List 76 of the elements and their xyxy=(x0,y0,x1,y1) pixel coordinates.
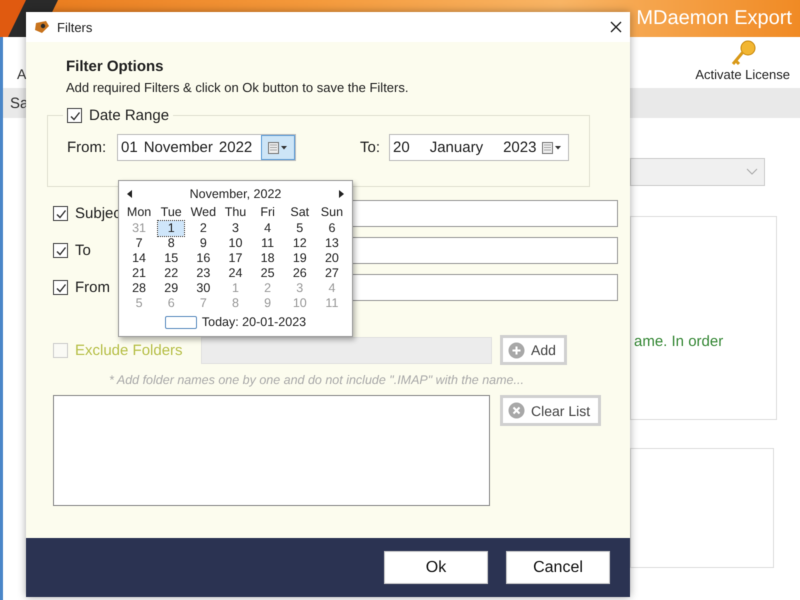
dropdown-field[interactable] xyxy=(630,158,765,186)
calendar-dropdown-button[interactable] xyxy=(261,135,295,160)
clear-icon xyxy=(508,402,525,419)
calendar-day[interactable]: 20 xyxy=(318,251,345,266)
date-field[interactable]: 01 November 2022 xyxy=(117,134,296,161)
calendar-day[interactable]: 23 xyxy=(190,266,216,281)
field-label: From: xyxy=(67,139,108,156)
checkbox-label: To xyxy=(75,242,91,259)
calendar-month: November, 2022 xyxy=(190,187,282,201)
hint-text: * Add folder names one by one and do not include ".IMAP" with the name... xyxy=(109,373,525,387)
calendar-day[interactable]: 10 xyxy=(222,236,249,251)
today-marker-icon xyxy=(164,316,197,328)
weekday-label: Thu xyxy=(224,204,248,221)
date-field[interactable]: 20 January 2023 xyxy=(389,134,570,161)
calendar-day[interactable]: 11 xyxy=(254,236,281,251)
checkbox[interactable] xyxy=(67,108,82,123)
dialog-button[interactable]: Cancel xyxy=(506,551,610,584)
checkbox[interactable] xyxy=(53,243,68,258)
checkbox-label: Exclude Folders xyxy=(75,342,184,358)
folder-list[interactable] xyxy=(53,395,490,506)
weekday-label: Mon xyxy=(126,204,152,221)
calendar-day[interactable]: 13 xyxy=(318,236,345,251)
activate-license-button[interactable]: Activate License xyxy=(695,39,790,82)
weekday-label: Sun xyxy=(320,204,344,221)
checkbox[interactable] xyxy=(53,206,68,221)
calendar-day[interactable]: 25 xyxy=(254,266,281,281)
calendar-day[interactable]: 1 xyxy=(158,221,184,236)
section-heading: Filter Options xyxy=(66,58,164,75)
clear-list-button[interactable]: Clear List xyxy=(500,395,602,426)
calendar-day[interactable]: 26 xyxy=(286,266,313,281)
dialog-button[interactable]: Ok xyxy=(384,551,488,584)
calendar-day[interactable]: 21 xyxy=(126,266,152,281)
previous-month-icon[interactable] xyxy=(127,190,132,198)
calendar-day[interactable]: 17 xyxy=(222,251,249,266)
toolbar-label[interactable]: A xyxy=(17,66,26,82)
calendar-day[interactable]: 8 xyxy=(158,236,184,251)
calendar-day[interactable]: 14 xyxy=(126,251,152,266)
close-icon[interactable] xyxy=(610,21,622,33)
dialog-title: Filters xyxy=(57,20,94,34)
calendar-day[interactable]: 3 xyxy=(222,221,249,236)
chevron-icon xyxy=(746,168,758,176)
instruction-text: Add required Filters & click on Ok button to save the Filters. xyxy=(66,80,410,95)
calendar-day[interactable]: 27 xyxy=(318,266,345,281)
calendar-day[interactable]: 30 xyxy=(190,281,216,296)
checkbox-label: Date Range xyxy=(89,107,170,124)
weekday-label: Tue xyxy=(160,204,183,221)
calendar-day[interactable]: 18 xyxy=(254,251,281,266)
calendar-day[interactable]: 5 xyxy=(286,221,313,236)
calendar-day[interactable]: 6 xyxy=(318,221,345,236)
calendar-day[interactable]: 12 xyxy=(286,236,313,251)
app-icon xyxy=(34,20,50,34)
calendar-day[interactable]: 16 xyxy=(190,251,216,266)
next-month-icon[interactable] xyxy=(338,190,344,198)
weekday-label: Wed xyxy=(190,204,218,221)
today-link[interactable]: Today: 20-01-2023 xyxy=(202,315,306,329)
weekday-label: Fri xyxy=(259,204,276,221)
calendar-day[interactable]: 4 xyxy=(254,221,281,236)
calendar-day[interactable]: 29 xyxy=(158,281,184,296)
plus-icon xyxy=(508,342,525,358)
field-label: To: xyxy=(360,139,380,156)
calendar-day[interactable]: 22 xyxy=(158,266,184,281)
calendar-day[interactable]: 9 xyxy=(190,236,216,251)
calendar-day[interactable]: 28 xyxy=(126,281,152,296)
app-title: MDaemon Export xyxy=(636,7,792,30)
calendar-day[interactable]: 15 xyxy=(158,251,184,266)
calendar-day[interactable]: 7 xyxy=(126,236,152,251)
calendar-icon xyxy=(268,142,288,154)
calendar-icon xyxy=(542,142,562,154)
info-message: ame. In order xyxy=(634,333,724,350)
checkbox-label: From xyxy=(75,279,110,296)
calendar-day[interactable]: 19 xyxy=(286,251,313,266)
checkbox[interactable] xyxy=(53,280,68,295)
calendar-day[interactable]: 24 xyxy=(222,266,249,281)
calendar-day[interactable]: 2 xyxy=(190,221,216,236)
checkbox-label: Subjec xyxy=(75,205,121,222)
weekday-label: Sat xyxy=(289,204,310,221)
